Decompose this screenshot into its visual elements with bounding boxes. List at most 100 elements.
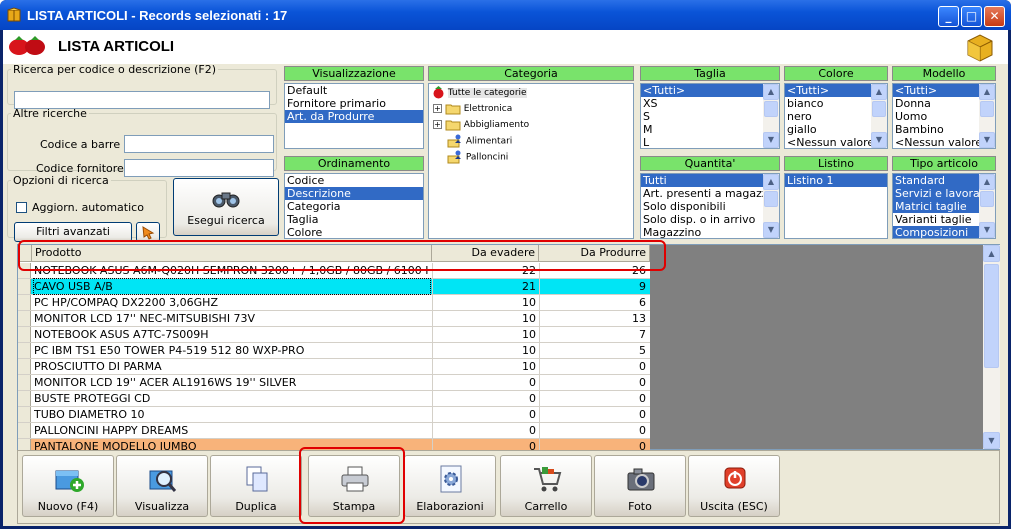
cell-to-produce[interactable]: 0 bbox=[539, 391, 648, 406]
cell-to-produce[interactable]: 9 bbox=[539, 279, 648, 294]
table-row[interactable]: PC IBM TS1 E50 TOWER P4-519 512 80 WXP-P… bbox=[18, 343, 650, 359]
list-item[interactable]: <Tutti> bbox=[893, 84, 979, 97]
cell-to-ship[interactable]: 10 bbox=[432, 343, 538, 358]
scroll-up-arrow[interactable]: ▲ bbox=[871, 84, 887, 100]
list-item[interactable]: <Nessun valore> bbox=[785, 136, 871, 148]
list-item[interactable]: Fornitore primario bbox=[285, 97, 423, 110]
table-row[interactable]: MONITOR LCD 17'' NEC-MITSUBISHI 73V 10 13 bbox=[18, 311, 650, 327]
list-item[interactable]: Composizioni bbox=[893, 226, 979, 238]
scroll-down-arrow[interactable]: ▼ bbox=[763, 222, 779, 238]
list-scrollbar[interactable]: ▲ ▼ bbox=[871, 84, 887, 148]
cell-to-produce[interactable]: 7 bbox=[539, 327, 648, 342]
scroll-down-arrow[interactable]: ▼ bbox=[979, 132, 995, 148]
table-row[interactable]: CAVO USB A/B 21 9 bbox=[18, 278, 650, 295]
photo-button[interactable]: Foto bbox=[594, 455, 686, 517]
cell-to-produce[interactable]: 5 bbox=[539, 343, 648, 358]
list-scrollbar[interactable]: ▲ ▼ bbox=[763, 84, 779, 148]
list-item[interactable]: Art. presenti a magazzino bbox=[641, 187, 763, 200]
cell-product[interactable]: TUBO DIAMETRO 10 bbox=[34, 407, 430, 422]
table-row[interactable]: PROSCIUTTO DI PARMA 10 0 bbox=[18, 359, 650, 375]
cell-to-produce[interactable]: 6 bbox=[539, 295, 648, 310]
scroll-down-arrow[interactable]: ▼ bbox=[983, 432, 1000, 449]
list-item[interactable]: Descrizione bbox=[285, 187, 423, 200]
list-item[interactable]: S bbox=[641, 110, 763, 123]
expand-icon[interactable]: + bbox=[433, 120, 442, 129]
expand-icon[interactable]: + bbox=[433, 104, 442, 113]
cell-to-ship[interactable]: 21 bbox=[432, 279, 538, 294]
row-selector[interactable] bbox=[18, 327, 31, 342]
cell-product[interactable]: PC HP/COMPAQ DX2200 3,06GHZ bbox=[34, 295, 430, 310]
products-grid[interactable]: Prodotto Da evadere Da Produrre NOTEBOOK… bbox=[17, 244, 1000, 451]
row-selector[interactable] bbox=[18, 407, 31, 422]
scroll-up-arrow[interactable]: ▲ bbox=[763, 84, 779, 100]
scroll-up-arrow[interactable]: ▲ bbox=[763, 174, 779, 190]
list-item[interactable]: Tutti bbox=[641, 174, 763, 187]
cell-to-ship[interactable]: 10 bbox=[432, 295, 538, 310]
list-item[interactable]: Magazzino bbox=[641, 226, 763, 238]
cell-product[interactable]: NOTEBOOK ASUS A7TC-7S009H bbox=[34, 327, 430, 342]
cell-to-produce[interactable]: 13 bbox=[539, 311, 648, 326]
scroll-thumb[interactable] bbox=[764, 191, 778, 207]
tree-node-alimentari[interactable]: Alimentari bbox=[447, 134, 512, 148]
cell-product[interactable]: MONITOR LCD 17'' NEC-MITSUBISHI 73V bbox=[34, 311, 430, 326]
scroll-up-arrow[interactable]: ▲ bbox=[983, 245, 1000, 262]
model-list[interactable]: <Tutti>DonnaUomoBambino<Nessun valore>▲▼ bbox=[892, 83, 996, 149]
row-selector[interactable] bbox=[18, 375, 31, 390]
cell-to-ship[interactable]: 0 bbox=[432, 407, 538, 422]
list-item[interactable]: Taglia bbox=[285, 213, 423, 226]
list-scrollbar[interactable]: ▲ ▼ bbox=[979, 174, 995, 238]
row-selector[interactable] bbox=[18, 311, 31, 326]
cell-product[interactable]: PC IBM TS1 E50 TOWER P4-519 512 80 WXP-P… bbox=[34, 343, 430, 358]
list-item[interactable]: Standard bbox=[893, 174, 979, 187]
table-row[interactable]: BUSTE PROTEGGI CD 0 0 bbox=[18, 391, 650, 407]
exit-button[interactable]: Uscita (ESC) bbox=[688, 455, 780, 517]
scroll-down-arrow[interactable]: ▼ bbox=[763, 132, 779, 148]
cell-to-ship[interactable]: 10 bbox=[432, 311, 538, 326]
scroll-thumb[interactable] bbox=[980, 101, 994, 117]
cell-product[interactable]: PALLONCINI HAPPY DREAMS bbox=[34, 423, 430, 438]
item-type-list[interactable]: StandardServizi e lavorazioMatrici tagli… bbox=[892, 173, 996, 239]
cell-to-produce[interactable]: 0 bbox=[539, 375, 648, 390]
list-item[interactable]: Varianti taglie bbox=[893, 213, 979, 226]
products-table[interactable]: Prodotto Da evadere Da Produrre NOTEBOOK… bbox=[18, 245, 650, 451]
cell-to-ship[interactable]: 10 bbox=[432, 359, 538, 374]
tree-node-abbigliamento[interactable]: + Abbigliamento bbox=[433, 118, 529, 132]
scroll-thumb[interactable] bbox=[980, 191, 994, 207]
cell-to-produce[interactable]: 0 bbox=[539, 407, 648, 422]
cell-to-produce[interactable]: 0 bbox=[539, 359, 648, 374]
scroll-thumb[interactable] bbox=[764, 101, 778, 117]
cell-to-produce[interactable]: 0 bbox=[539, 423, 648, 438]
list-item[interactable]: L bbox=[641, 136, 763, 148]
cell-product[interactable]: BUSTE PROTEGGI CD bbox=[34, 391, 430, 406]
grid-vertical-scrollbar[interactable]: ▲ ▼ bbox=[983, 245, 1000, 449]
sort-list[interactable]: Codice Descrizione Categoria Taglia Colore bbox=[284, 173, 424, 239]
table-row[interactable]: NOTEBOOK ASUS A7TC-7S009H 10 7 bbox=[18, 327, 650, 343]
row-selector[interactable] bbox=[18, 359, 31, 374]
cell-to-ship[interactable]: 10 bbox=[432, 327, 538, 342]
cell-to-ship[interactable]: 0 bbox=[432, 375, 538, 390]
scroll-up-arrow[interactable]: ▲ bbox=[979, 174, 995, 190]
cell-product[interactable]: MONITOR LCD 19'' ACER AL1916WS 19'' SILV… bbox=[34, 375, 430, 390]
filter-arrow-button[interactable] bbox=[136, 222, 160, 242]
cell-to-ship[interactable]: 0 bbox=[432, 391, 538, 406]
table-row[interactable]: PALLONCINI HAPPY DREAMS 0 0 bbox=[18, 423, 650, 439]
table-row[interactable]: TUBO DIAMETRO 10 0 0 bbox=[18, 407, 650, 423]
list-item[interactable]: Solo disponibili bbox=[641, 200, 763, 213]
run-search-button[interactable]: Esegui ricerca bbox=[173, 178, 279, 236]
list-item[interactable]: Listino 1 bbox=[785, 174, 887, 187]
cell-product[interactable]: CAVO USB A/B bbox=[33, 278, 431, 295]
list-item[interactable]: Default bbox=[285, 84, 423, 97]
tree-node-palloncini[interactable]: Palloncini bbox=[447, 150, 508, 164]
row-selector[interactable] bbox=[18, 279, 31, 294]
list-item[interactable]: Categoria bbox=[285, 200, 423, 213]
list-item[interactable]: bianco bbox=[785, 97, 871, 110]
list-item[interactable]: giallo bbox=[785, 123, 871, 136]
list-item[interactable]: Bambino bbox=[893, 123, 979, 136]
row-selector[interactable] bbox=[18, 423, 31, 438]
list-item[interactable]: <Tutti> bbox=[641, 84, 763, 97]
category-tree[interactable]: Tutte le categorie + Elettronica + Abbig… bbox=[428, 83, 634, 239]
quantity-list[interactable]: TuttiArt. presenti a magazzinoSolo dispo… bbox=[640, 173, 780, 239]
new-button[interactable]: Nuovo (F4) bbox=[22, 455, 114, 517]
row-selector[interactable] bbox=[18, 391, 31, 406]
processing-button[interactable]: Elaborazioni bbox=[404, 455, 496, 517]
